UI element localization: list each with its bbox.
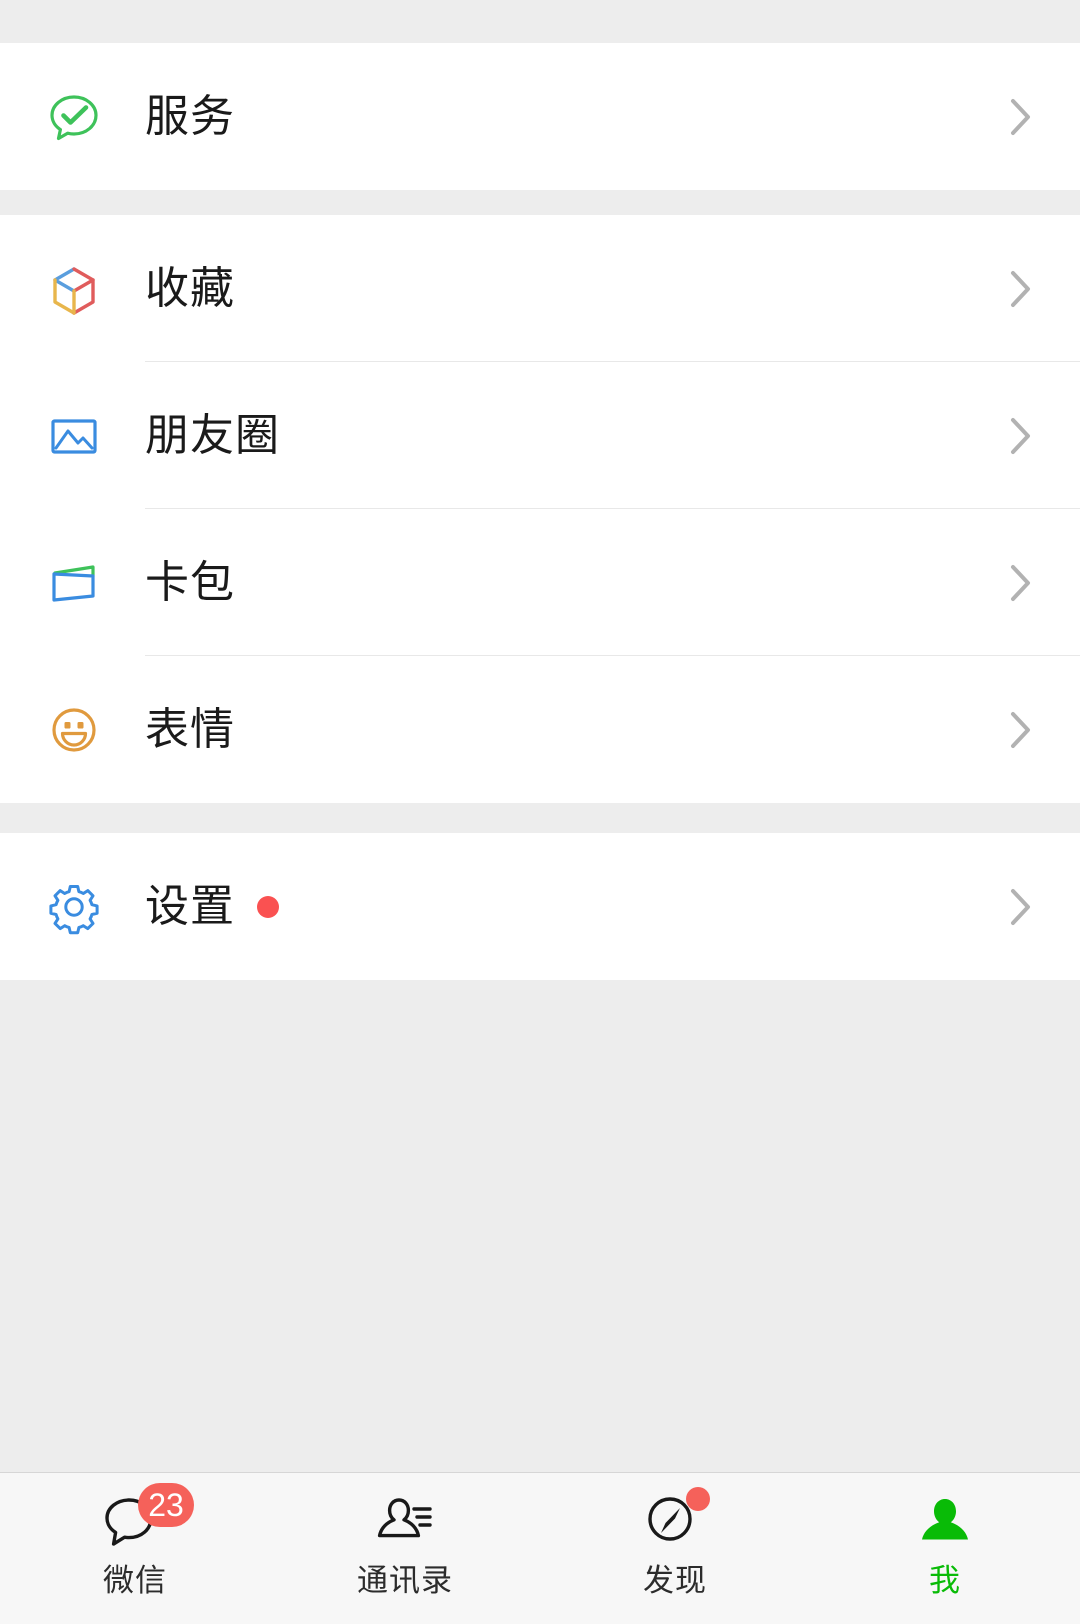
list-item-label: 服务 (145, 91, 235, 141)
tab-discover[interactable]: 发现 (540, 1473, 810, 1624)
discover-red-dot-badge (686, 1487, 710, 1511)
list-item-label: 设置 (145, 881, 235, 931)
list-item-label: 收藏 (145, 263, 235, 313)
chevron-right-icon (1010, 710, 1032, 750)
photo-moments-icon (45, 407, 103, 465)
settings-list-content: 服务 收藏 朋友圈 卡包 表情 设置 (0, 0, 1080, 1472)
settings-red-dot-badge (257, 895, 279, 918)
tab-label-contacts: 通讯录 (357, 1563, 453, 1598)
wallet-cards-icon (45, 554, 103, 612)
list-item-favorites[interactable]: 收藏 (0, 215, 1080, 362)
services-group: 服务 (0, 43, 1080, 190)
person-me-icon (908, 1489, 982, 1557)
features-group: 收藏 朋友圈 卡包 表情 (0, 215, 1080, 803)
compass-discover-icon (638, 1487, 712, 1557)
chevron-right-icon (1010, 887, 1032, 927)
smiley-stickers-icon (45, 701, 103, 759)
tab-chats[interactable]: 23 微信 (0, 1473, 270, 1624)
gear-settings-icon (45, 878, 103, 936)
bottom-tab-bar: 23 微信 通讯录 发现 我 (0, 1472, 1080, 1624)
wechat-me-screen: 服务 收藏 朋友圈 卡包 表情 设置 23 微信 通讯录 发现 我 (0, 0, 1080, 1624)
chevron-right-icon (1010, 416, 1032, 456)
list-item-stickers[interactable]: 表情 (0, 656, 1080, 803)
list-item-cards-offers[interactable]: 卡包 (0, 509, 1080, 656)
chevron-right-icon (1010, 563, 1032, 603)
chats-unread-badge: 23 (138, 1483, 194, 1527)
list-item-label: 卡包 (145, 557, 235, 607)
group-spacer-1 (0, 190, 1080, 215)
tab-label-chats: 微信 (103, 1563, 167, 1598)
tab-me[interactable]: 我 (810, 1473, 1080, 1624)
list-item-services[interactable]: 服务 (0, 43, 1080, 190)
tab-label-discover: 发现 (643, 1563, 707, 1598)
list-item-moments[interactable]: 朋友圈 (0, 362, 1080, 509)
list-item-settings[interactable]: 设置 (0, 833, 1080, 980)
chat-bubble-icon: 23 (98, 1483, 194, 1557)
list-item-label: 表情 (145, 704, 235, 754)
list-item-label: 朋友圈 (145, 410, 280, 460)
wechat-pay-services-icon (45, 88, 103, 146)
chevron-right-icon (1010, 269, 1032, 309)
contacts-person-icon (368, 1489, 442, 1557)
tab-label-me: 我 (929, 1563, 961, 1598)
cube-favorites-icon (45, 260, 103, 318)
chevron-right-icon (1010, 97, 1032, 137)
top-spacer (0, 0, 1080, 43)
settings-group: 设置 (0, 833, 1080, 980)
tab-contacts[interactable]: 通讯录 (270, 1473, 540, 1624)
group-spacer-2 (0, 803, 1080, 833)
